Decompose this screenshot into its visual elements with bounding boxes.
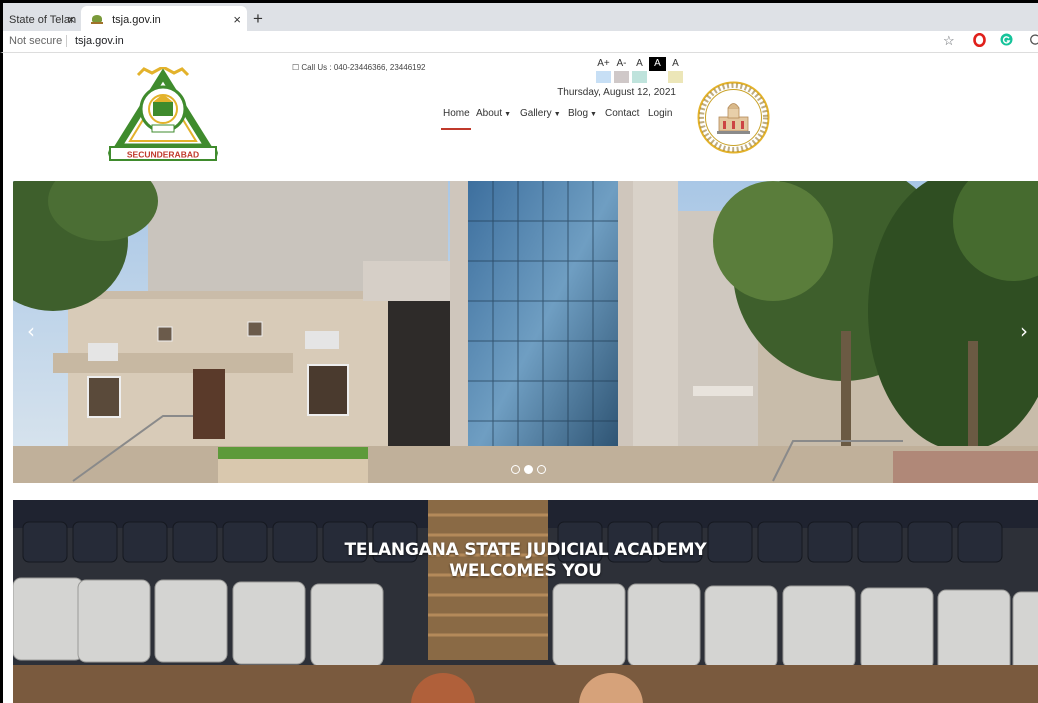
nav-item-blog[interactable]: Blog ▼ xyxy=(568,107,597,122)
tab-title: State of Telan xyxy=(9,14,77,26)
font-control-label: A- xyxy=(616,58,627,69)
tab-title: tsja.gov.in xyxy=(112,14,161,26)
web-page: SECUNDERABAD ☐ Call Us : 040-23446366, 2… xyxy=(0,53,1038,703)
welcome-heading: TELANGANA STATE JUDICIAL ACADEMY WELCOME… xyxy=(13,540,1038,582)
welcome-line-1: TELANGANA STATE JUDICIAL ACADEMY xyxy=(344,540,707,560)
nav-label: Gallery xyxy=(520,108,552,119)
carousel-next-icon[interactable]: › xyxy=(1020,319,1028,343)
close-tab-icon[interactable]: × xyxy=(233,6,241,34)
nav-item-gallery[interactable]: Gallery ▼ xyxy=(520,107,561,122)
nav-label: Login xyxy=(648,108,673,119)
nav-item-contact[interactable]: Contact xyxy=(605,107,639,121)
caret-down-icon: ▼ xyxy=(590,111,597,118)
bookmark-star-icon[interactable]: ☆ xyxy=(943,33,955,49)
normal-contrast-button[interactable]: A xyxy=(667,57,684,83)
building-photo xyxy=(13,181,1038,483)
font-control-label: A+ xyxy=(597,58,610,69)
caret-down-icon: ▼ xyxy=(504,111,512,118)
logo-city-text: SECUNDERABAD xyxy=(127,150,199,160)
grammarly-extension-icon[interactable] xyxy=(1000,33,1013,50)
font-increase-button[interactable]: A+ xyxy=(595,57,612,83)
theme-swatch-white[interactable] xyxy=(650,71,665,83)
caret-down-icon: ▼ xyxy=(553,111,561,118)
font-decrease-button[interactable]: A- xyxy=(613,57,630,83)
font-control-label: A xyxy=(672,58,679,69)
new-tab-button[interactable]: + xyxy=(253,6,263,32)
theme-swatch-blue[interactable] xyxy=(596,71,611,83)
font-control-label: A xyxy=(654,58,661,69)
academy-logo[interactable]: SECUNDERABAD xyxy=(108,67,218,165)
hero-carousel[interactable]: ‹ › xyxy=(13,181,1038,483)
theme-swatch-teal[interactable] xyxy=(632,71,647,83)
carousel-prev-icon[interactable]: ‹ xyxy=(27,319,35,343)
nav-label: Contact xyxy=(605,108,640,119)
address-bar[interactable]: Not secure tsja.gov.in ☆ xyxy=(0,31,1038,53)
browser-tab-tsja[interactable]: tsja.gov.in × xyxy=(81,6,247,34)
carousel-dot-3[interactable] xyxy=(537,465,546,474)
nav-label: Home xyxy=(443,108,470,119)
theme-swatch-yellow[interactable] xyxy=(668,71,683,83)
site-favicon-icon xyxy=(91,13,103,25)
font-normal-button[interactable]: A xyxy=(631,57,648,83)
nav-label: About xyxy=(476,108,503,119)
nav-item-about[interactable]: About ▼ xyxy=(476,107,511,122)
opera-extension-icon[interactable] xyxy=(973,32,986,51)
auditorium-photo xyxy=(13,500,1038,703)
carousel-dot-1[interactable] xyxy=(511,465,520,474)
call-us-text: ☐ Call Us : 040-23446366, 23446192 xyxy=(292,63,426,72)
current-date: Thursday, August 12, 2021 xyxy=(557,87,676,98)
high-contrast-button[interactable]: A xyxy=(649,57,666,83)
browser-tab-state-of-telangana[interactable]: State of Telan × xyxy=(3,6,81,34)
tab-strip: State of Telan × tsja.gov.in × + xyxy=(0,0,1038,34)
nav-label: Blog xyxy=(568,108,589,119)
high-court-seal-logo[interactable] xyxy=(697,81,770,154)
theme-swatch-gray[interactable] xyxy=(614,71,629,83)
carousel-dot-2-active[interactable] xyxy=(524,465,533,474)
nav-item-login[interactable]: Login xyxy=(648,107,672,121)
browser-window: State of Telan × tsja.gov.in × + Not sec… xyxy=(0,0,1038,703)
nav-active-indicator xyxy=(441,128,471,130)
font-control-label: A xyxy=(636,58,643,69)
nav-item-home[interactable]: Home xyxy=(443,107,470,121)
address-separator xyxy=(66,35,67,47)
security-indicator[interactable]: Not secure xyxy=(9,31,62,51)
welcome-section: TELANGANA STATE JUDICIAL ACADEMY WELCOME… xyxy=(13,500,1038,703)
url-text[interactable]: tsja.gov.in xyxy=(75,31,124,51)
close-tab-icon[interactable]: × xyxy=(67,6,75,34)
reload-menu-icon[interactable] xyxy=(1030,33,1038,50)
welcome-line-2: WELCOMES YOU xyxy=(449,561,602,581)
